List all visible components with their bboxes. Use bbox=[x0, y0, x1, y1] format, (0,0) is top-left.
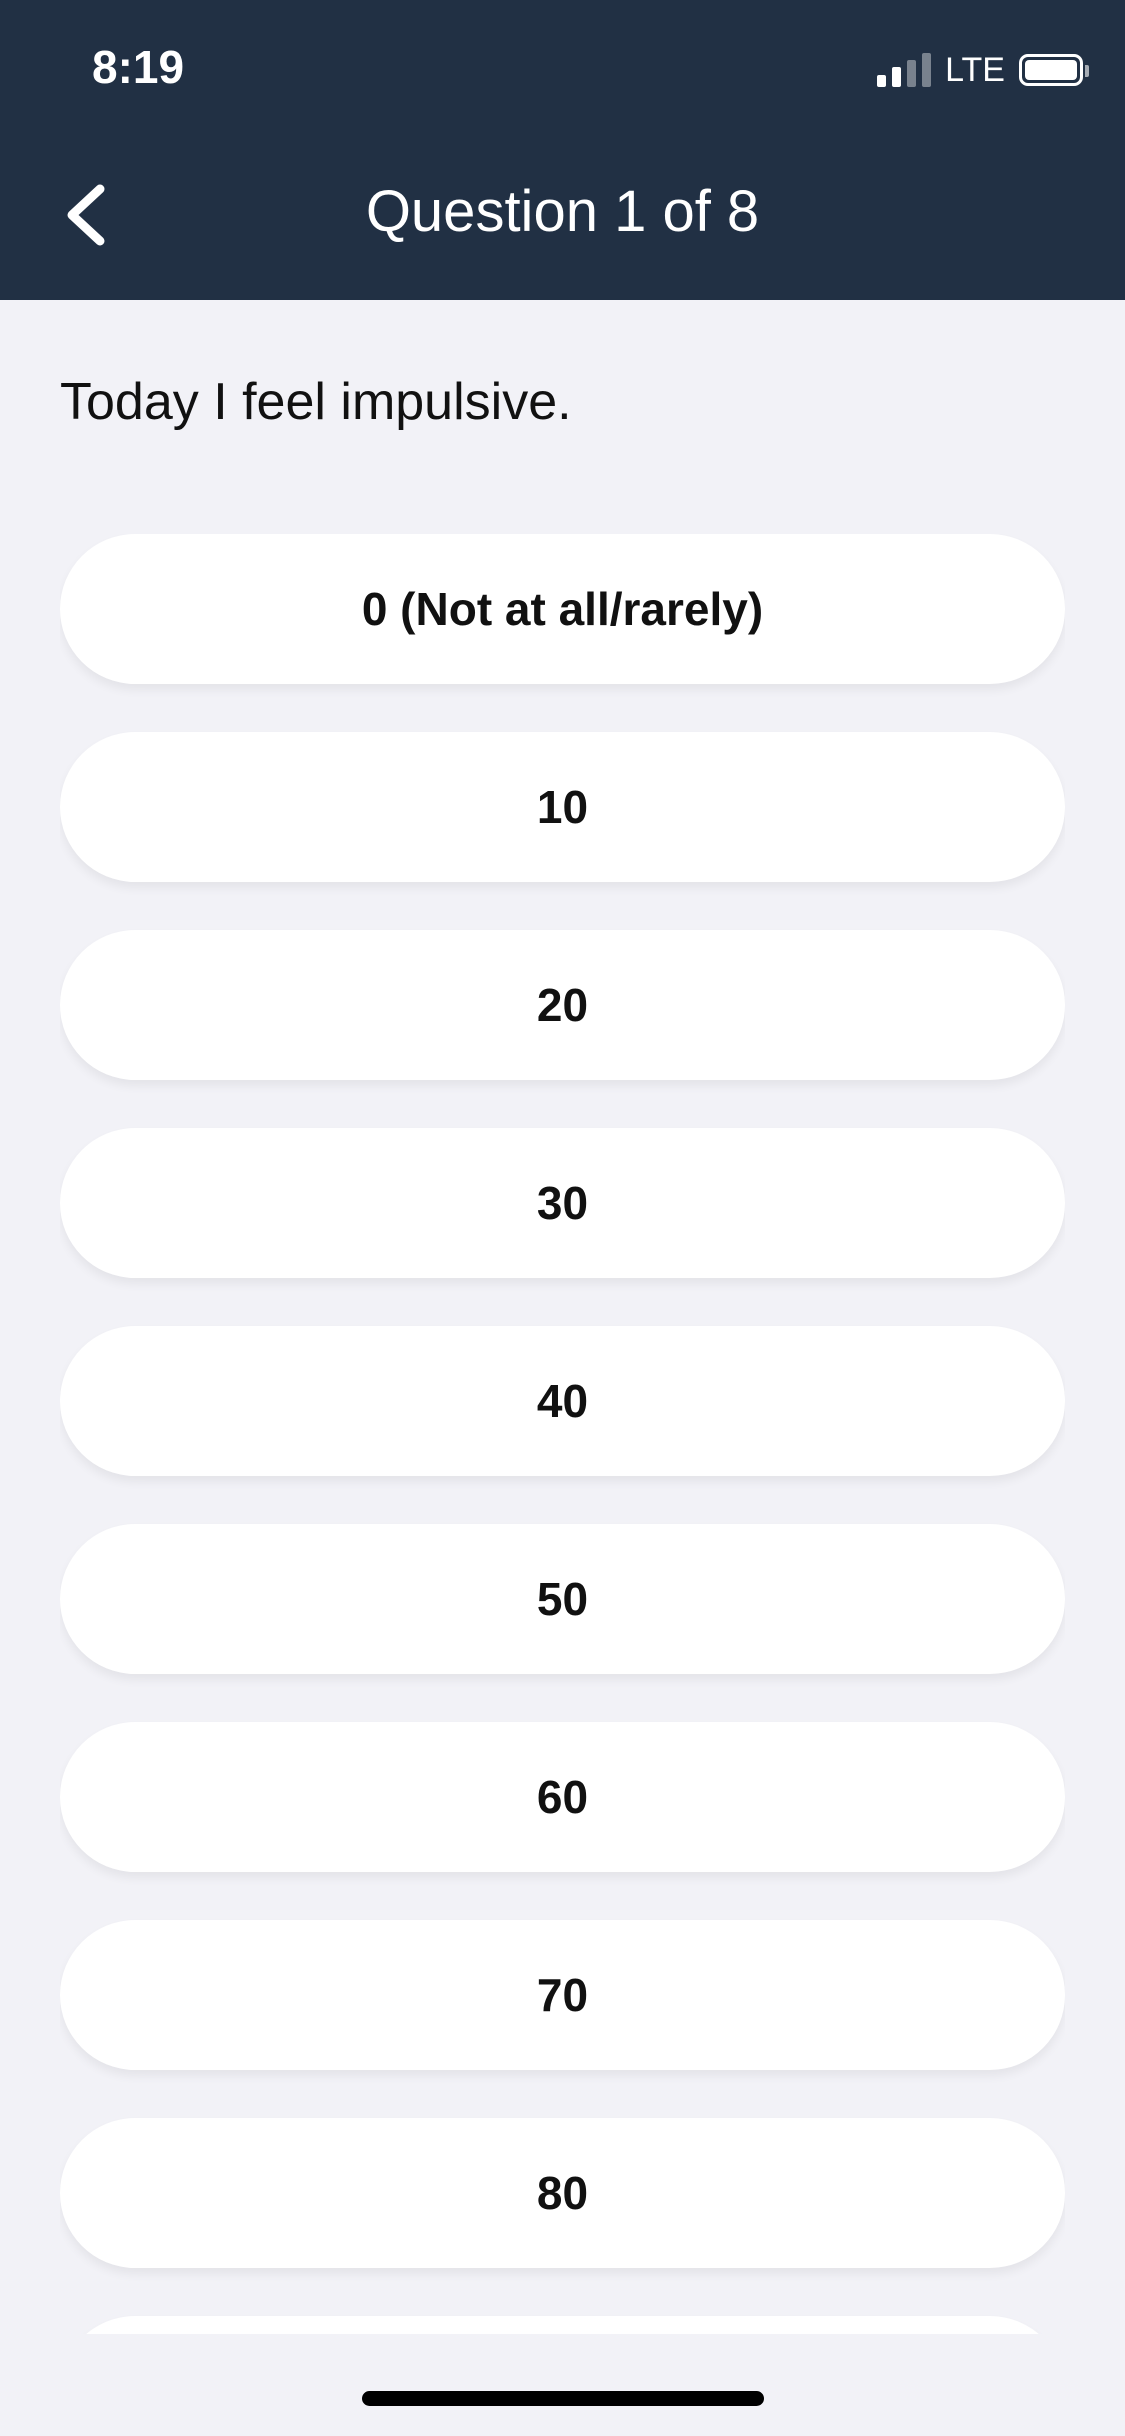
answer-option-label: 20 bbox=[536, 979, 589, 1031]
answer-option[interactable]: 40 bbox=[60, 1326, 1065, 1476]
answer-option[interactable] bbox=[60, 2316, 1065, 2334]
battery-icon bbox=[1019, 54, 1089, 86]
answer-option[interactable]: 80 bbox=[60, 2118, 1065, 2268]
answer-options-list: 0 (Not at all/rarely) 10 20 30 40 50 60 … bbox=[60, 534, 1065, 2334]
answer-option[interactable]: 60 bbox=[60, 1722, 1065, 1872]
answer-option-label: 30 bbox=[536, 1177, 589, 1229]
answer-option[interactable]: 20 bbox=[60, 930, 1065, 1080]
answer-option-label: 40 bbox=[536, 1375, 589, 1427]
page-title: Question 1 of 8 bbox=[365, 179, 760, 244]
answer-option-label: 80 bbox=[536, 2167, 589, 2219]
answer-option[interactable]: 70 bbox=[60, 1920, 1065, 2070]
answer-option-label: 70 bbox=[536, 1969, 589, 2021]
app-header: 8:19 LTE Question 1 of 8 bbox=[0, 0, 1125, 300]
status-time: 8:19 bbox=[92, 41, 185, 93]
home-indicator[interactable] bbox=[362, 2391, 764, 2406]
answer-option[interactable]: 50 bbox=[60, 1524, 1065, 1674]
answer-option[interactable]: 0 (Not at all/rarely) bbox=[60, 534, 1065, 684]
question-text: Today I feel impulsive. bbox=[60, 373, 572, 431]
screen: 8:19 LTE Question 1 of 8 Today I feel im… bbox=[0, 0, 1125, 2436]
answer-option-label: 50 bbox=[536, 1573, 589, 1625]
network-type: LTE bbox=[945, 50, 1005, 89]
signal-icon bbox=[877, 53, 932, 87]
answer-option-label: 0 (Not at all/rarely) bbox=[361, 583, 764, 635]
status-indicators: LTE bbox=[877, 50, 1089, 90]
answer-option[interactable]: 30 bbox=[60, 1128, 1065, 1278]
answer-option-label: 60 bbox=[536, 1771, 589, 1823]
answer-option-label: 10 bbox=[536, 781, 589, 833]
answer-option[interactable]: 10 bbox=[60, 732, 1065, 882]
